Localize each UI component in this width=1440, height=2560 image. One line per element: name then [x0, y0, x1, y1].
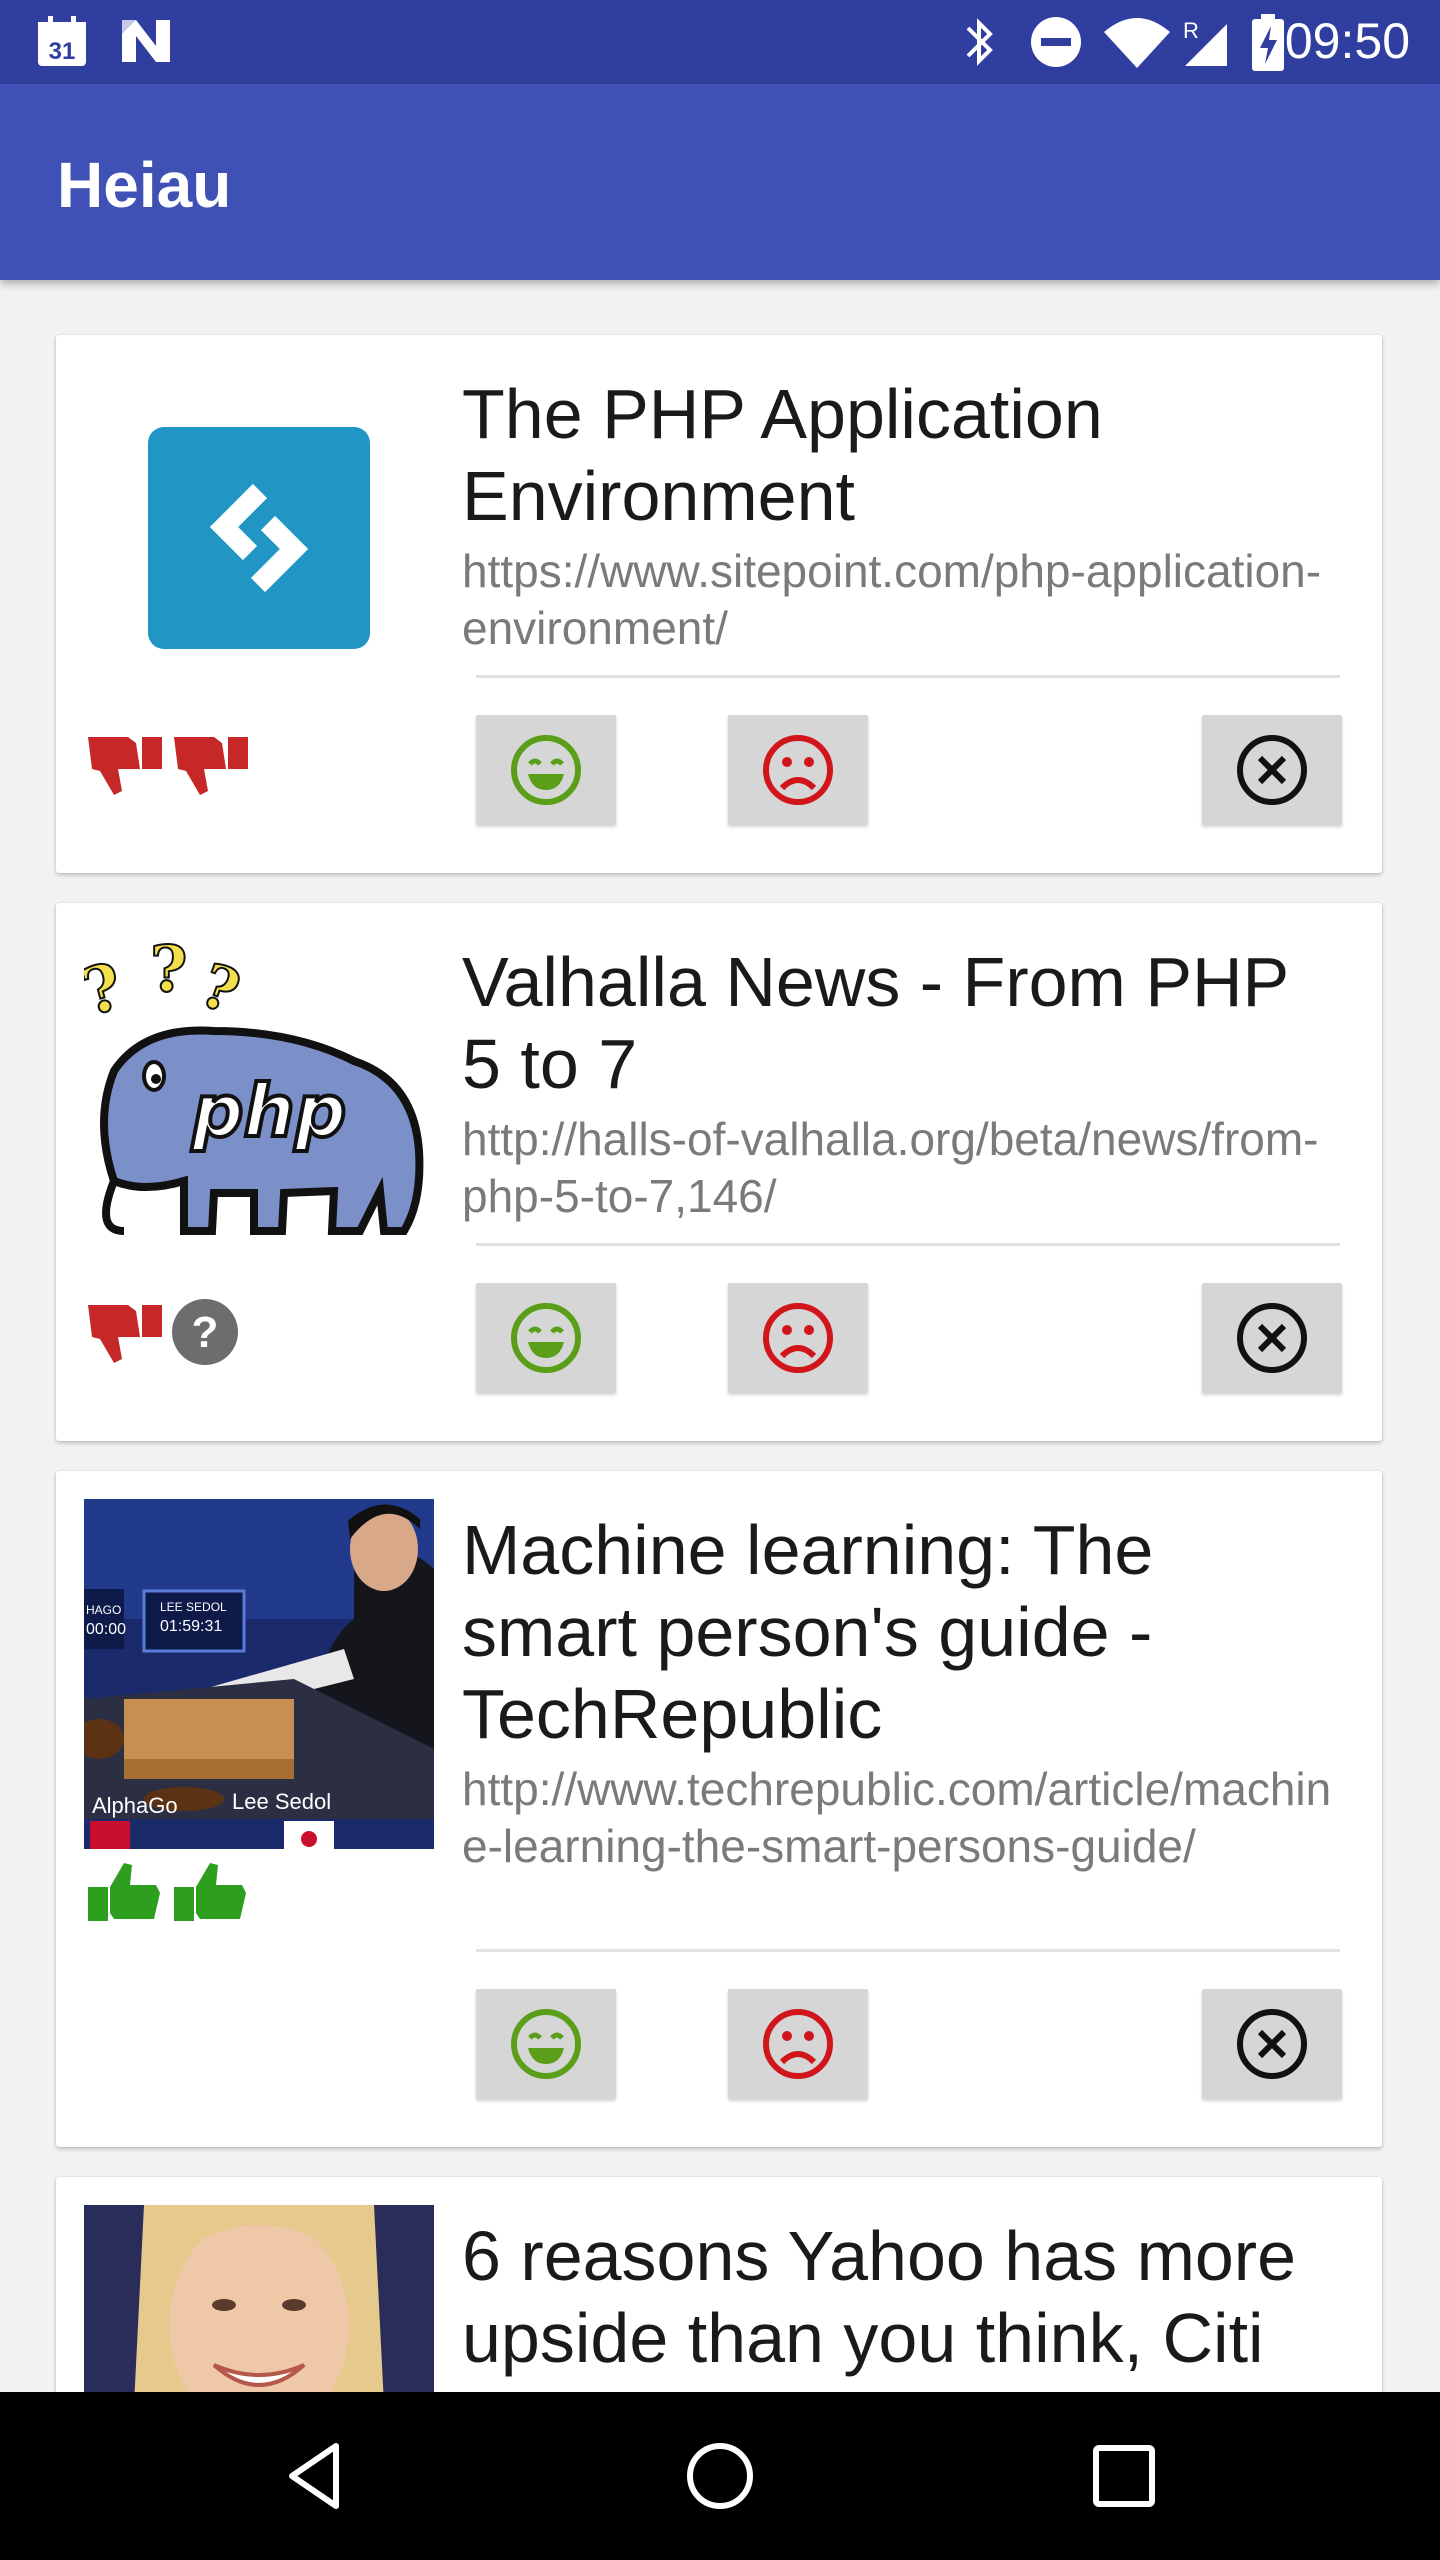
article-title[interactable]: 6 reasons Yahoo has more upside than you… [462, 2215, 1342, 2379]
question-icon: ? [172, 1299, 239, 1365]
wifi-icon [1104, 18, 1170, 68]
svg-text:R: R [1183, 18, 1199, 43]
article-title[interactable]: The PHP Application Environment [462, 373, 1342, 537]
dislike-button[interactable] [728, 1989, 868, 2099]
svg-text:HAGO: HAGO [86, 1603, 121, 1617]
article-thumbnail: ? ? ? php [84, 931, 434, 1281]
divider [476, 1243, 1340, 1246]
thumb-down-icon [88, 1305, 162, 1363]
smiley-happy-icon [511, 2009, 581, 2079]
svg-text:?: ? [84, 949, 130, 1031]
do-not-disturb-icon [1031, 17, 1081, 67]
bluetooth-icon [966, 18, 993, 66]
svg-text:?: ? [191, 951, 248, 1029]
rating-icons [84, 729, 252, 799]
svg-text:01:59:31: 01:59:31 [160, 1618, 222, 1635]
article-title[interactable]: Machine learning: The smart person's gui… [462, 1509, 1342, 1755]
like-button[interactable] [476, 715, 616, 825]
svg-text:00:00: 00:00 [86, 1621, 126, 1638]
dismiss-button[interactable] [1202, 715, 1342, 825]
recents-icon[interactable] [1084, 2436, 1164, 2516]
battery-charging-icon [1252, 14, 1284, 71]
smiley-sad-icon [763, 1303, 833, 1373]
article-title[interactable]: Valhalla News - From PHP 5 to 7 [462, 941, 1342, 1105]
article-thumbnail: HAGO 00:00 LEE SEDOL 01:59:31 AlphaGo Le… [84, 1499, 434, 1849]
smiley-happy-icon [511, 1303, 581, 1373]
home-icon[interactable] [680, 2436, 760, 2516]
like-button[interactable] [476, 1283, 616, 1393]
thumb-down-icon [174, 737, 249, 795]
article-url[interactable]: http://www.techrepublic.com/article/mach… [462, 1761, 1342, 1875]
article-thumbnail [84, 363, 434, 713]
article-card[interactable]: HAGO 00:00 LEE SEDOL 01:59:31 AlphaGo Le… [56, 1471, 1382, 2147]
app-bar: Heiau [0, 84, 1440, 280]
calendar-day: 31 [49, 38, 76, 65]
article-card[interactable]: 6 reasons Yahoo has more upside than you… [56, 2177, 1382, 2392]
dislike-button[interactable] [728, 715, 868, 825]
article-card[interactable]: ? ? ? php Valhalla News - From PHP 5 to … [56, 903, 1382, 1441]
status-bar: 31 R 09:50 [0, 0, 1440, 84]
article-thumbnail [84, 2205, 434, 2392]
dislike-button[interactable] [728, 1283, 868, 1393]
like-button[interactable] [476, 1989, 616, 2099]
smiley-sad-icon [763, 735, 833, 805]
sitepoint-logo [148, 427, 370, 649]
photo-caption-left: AlphaGo [92, 1793, 178, 1818]
close-circle-icon [1237, 2009, 1307, 2079]
person-photo [84, 2205, 434, 2392]
close-circle-icon [1237, 1303, 1307, 1373]
article-url[interactable]: https://www.sitepoint.com/php-applicatio… [462, 543, 1342, 657]
smiley-sad-icon [763, 2009, 833, 2079]
article-list[interactable]: The PHP Application Environment https://… [0, 280, 1440, 2392]
back-icon[interactable] [276, 2436, 356, 2516]
status-time: 09:50 [1284, 13, 1410, 69]
svg-text:LEE SEDOL: LEE SEDOL [160, 1600, 227, 1614]
signal-roaming-icon: R [1183, 18, 1227, 66]
svg-text:?: ? [150, 932, 188, 1007]
smiley-happy-icon [511, 735, 581, 805]
rating-icons: ? [84, 1297, 240, 1367]
calendar-icon: 31 [36, 14, 88, 68]
article-url[interactable]: http://halls-of-valhalla.org/beta/news/f… [462, 1111, 1342, 1225]
close-circle-icon [1237, 735, 1307, 805]
php-logo-text: php [191, 1069, 346, 1153]
go-match-photo: HAGO 00:00 LEE SEDOL 01:59:31 AlphaGo Le… [84, 1499, 434, 1849]
thumb-up-icon [88, 1863, 160, 1921]
divider [476, 675, 1340, 678]
php-elephant-image: ? ? ? php [84, 931, 424, 1235]
photo-caption-right: Lee Sedol [232, 1789, 331, 1814]
app-title: Heiau [57, 149, 232, 221]
article-card[interactable]: The PHP Application Environment https://… [56, 335, 1382, 873]
svg-text:?: ? [192, 1308, 219, 1357]
divider [476, 1949, 1340, 1952]
rating-icons [84, 1857, 252, 1927]
navigation-bar [0, 2392, 1440, 2560]
thumb-up-icon [174, 1863, 247, 1921]
dismiss-button[interactable] [1202, 1989, 1342, 2099]
dismiss-button[interactable] [1202, 1283, 1342, 1393]
n-icon [118, 16, 174, 66]
thumb-down-icon [88, 737, 162, 795]
